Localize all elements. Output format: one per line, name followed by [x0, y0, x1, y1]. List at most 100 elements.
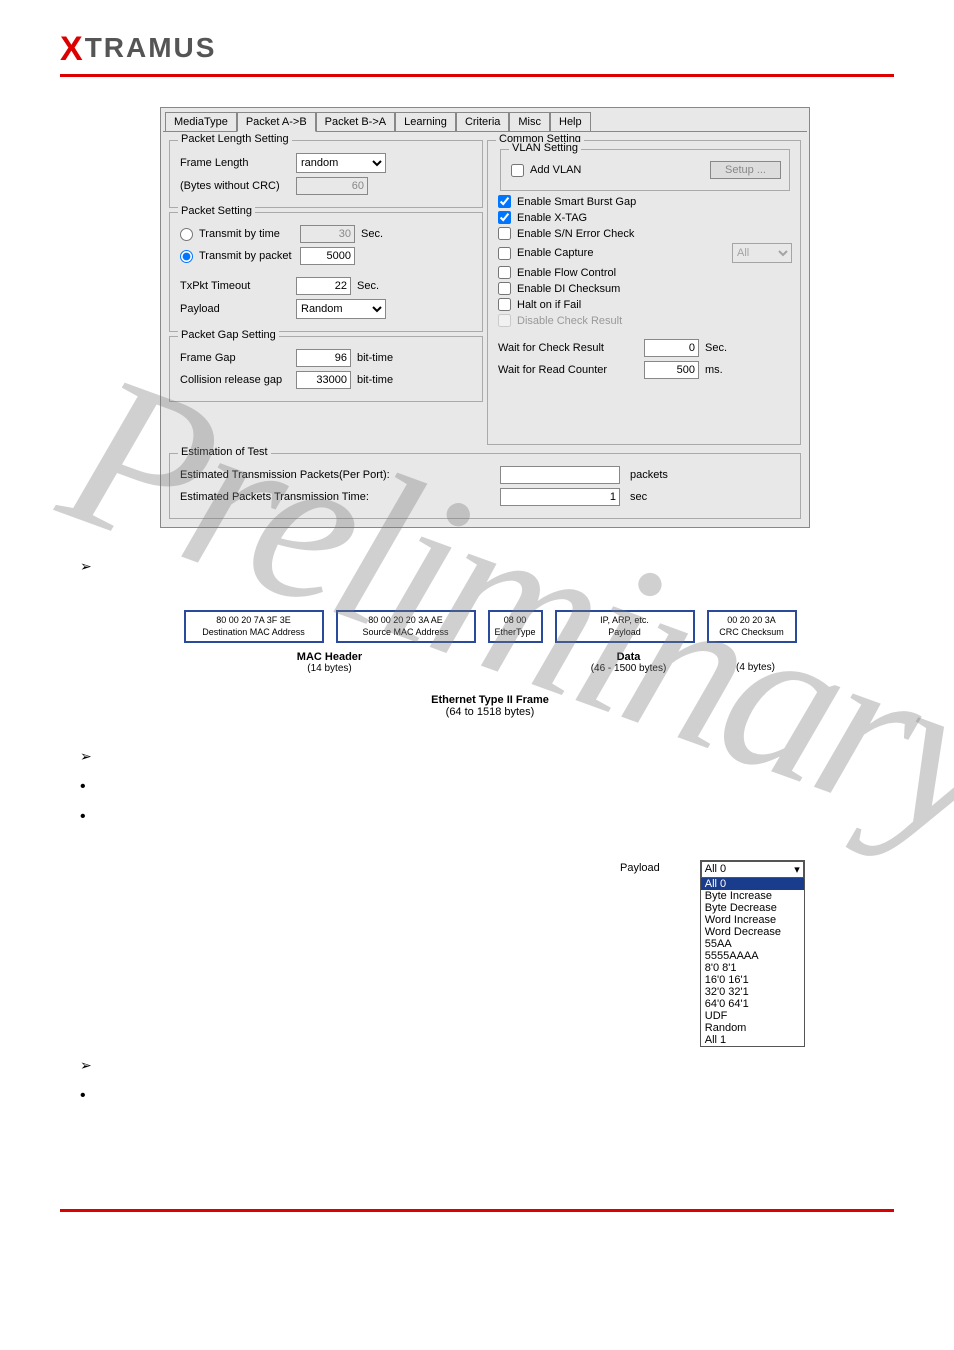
label-capture: Enable Capture — [517, 247, 593, 259]
label-disable-check: Disable Check Result — [517, 315, 622, 327]
bullet-dot-2 — [80, 808, 894, 830]
tab-learning[interactable]: Learning — [395, 112, 456, 131]
footer-rule — [60, 1209, 894, 1212]
tab-misc[interactable]: Misc — [509, 112, 550, 131]
payload-option[interactable]: 32'0 32'1 — [701, 986, 804, 998]
payload-option[interactable]: UDF — [701, 1010, 804, 1022]
frame-dest-mac: 80 00 20 7A 3F 3E Destination MAC Addres… — [184, 610, 324, 643]
label-wait-read: Wait for Read Counter — [498, 364, 638, 376]
payload-option[interactable]: All 1 — [701, 1034, 804, 1046]
legend-packet-gap: Packet Gap Setting — [178, 329, 279, 341]
checkbox-smart-burst[interactable] — [498, 195, 511, 208]
payload-option[interactable]: 5555AAAA — [701, 950, 804, 962]
button-vlan-setup[interactable]: Setup ... — [710, 161, 781, 179]
payload-option[interactable]: All 0 — [701, 878, 804, 890]
payload-option[interactable]: Random — [701, 1022, 804, 1034]
label-wait-check: Wait for Check Result — [498, 342, 638, 354]
group-vlan-setting: VLAN Setting Add VLAN Setup ... — [500, 149, 790, 191]
payload-option[interactable]: 64'0 64'1 — [701, 998, 804, 1010]
input-wait-read[interactable] — [644, 361, 699, 379]
tab-packet-ab[interactable]: Packet A->B — [237, 112, 316, 132]
frame-ethertype: 08 00 EtherType — [488, 610, 543, 643]
payload-option[interactable]: Word Decrease — [701, 926, 804, 938]
legend-packet-length: Packet Length Setting — [178, 133, 292, 145]
input-frame-gap[interactable] — [296, 349, 351, 367]
tab-criteria[interactable]: Criteria — [456, 112, 509, 131]
checkbox-xtag[interactable] — [498, 211, 511, 224]
input-est-time — [500, 488, 620, 506]
payload-option[interactable]: Byte Decrease — [701, 902, 804, 914]
payload-option[interactable]: 8'0 8'1 — [701, 962, 804, 974]
label-frame-gap: Frame Gap — [180, 352, 290, 364]
group-packet-length: Packet Length Setting Frame Length rando… — [169, 140, 483, 208]
payload-listbox[interactable]: All 0 ▾ All 0Byte IncreaseByte DecreaseW… — [700, 860, 805, 1047]
tab-help[interactable]: Help — [550, 112, 591, 131]
unit-txpkt-timeout: Sec. — [357, 280, 379, 292]
label-est-time: Estimated Packets Transmission Time: — [180, 491, 400, 503]
label-txpkt-timeout: TxPkt Timeout — [180, 280, 290, 292]
header-rule — [60, 74, 894, 77]
input-est-tx — [500, 466, 620, 484]
label-est-tx: Estimated Transmission Packets(Per Port)… — [180, 469, 400, 481]
input-bytes-no-crc — [296, 177, 368, 195]
unit-collision-gap: bit-time — [357, 374, 393, 386]
input-transmit-packet[interactable] — [300, 247, 355, 265]
payload-option[interactable]: Byte Increase — [701, 890, 804, 902]
bullet-arrow-3 — [80, 1057, 894, 1079]
bullet-dot-1 — [80, 778, 894, 800]
packet-config-dialog: MediaType Packet A->B Packet B->A Learni… — [160, 107, 810, 528]
select-payload[interactable]: Random — [296, 299, 386, 319]
tab-packet-ba[interactable]: Packet B->A — [316, 112, 395, 131]
logo: XTRAMUS — [60, 20, 894, 74]
unit-est-time: sec — [630, 491, 647, 503]
bullet-dot-3 — [80, 1087, 894, 1109]
frame-src-mac: 80 00 20 20 3A AE Source MAC Address — [336, 610, 476, 643]
unit-wait-check: Sec. — [705, 342, 727, 354]
label-smart-burst: Enable Smart Burst Gap — [517, 196, 636, 208]
checkbox-sn-error[interactable] — [498, 227, 511, 240]
checkbox-flow-control[interactable] — [498, 266, 511, 279]
label-frame-length: Frame Length — [180, 157, 290, 169]
label-payload-dd: Payload — [620, 860, 660, 874]
input-collision-gap[interactable] — [296, 371, 351, 389]
input-txpkt-timeout[interactable] — [296, 277, 351, 295]
payload-dropdown-screenshot: Payload All 0 ▾ All 0Byte IncreaseByte D… — [620, 860, 870, 1047]
label-collision-gap: Collision release gap — [180, 374, 290, 386]
unit-wait-read: ms. — [705, 364, 723, 376]
tab-mediatype[interactable]: MediaType — [165, 112, 237, 131]
bullet-arrow-1 — [80, 558, 894, 580]
bullet-arrow-2 — [80, 748, 894, 770]
label-xtag: Enable X-TAG — [517, 212, 587, 224]
group-packet-gap: Packet Gap Setting Frame Gap bit-time Co… — [169, 336, 483, 402]
label-halt-fail: Halt on if Fail — [517, 299, 581, 311]
radio-transmit-time[interactable] — [180, 228, 193, 241]
frame-label-mac-header: MAC Header(14 bytes) — [180, 651, 480, 674]
payload-option[interactable]: Word Increase — [701, 914, 804, 926]
select-frame-length[interactable]: random — [296, 153, 386, 173]
frame-payload: IP, ARP, etc. Payload — [555, 610, 695, 643]
radio-transmit-packet[interactable] — [180, 250, 193, 263]
unit-est-tx: packets — [630, 469, 668, 481]
frame-crc: 00 20 20 3A CRC Checksum — [707, 610, 797, 643]
frame-label-crc-bytes: (4 bytes) — [711, 651, 801, 674]
label-transmit-packet: Transmit by packet — [199, 250, 294, 262]
payload-option[interactable]: 55AA — [701, 938, 804, 950]
label-transmit-time: Transmit by time — [199, 228, 294, 240]
payload-option[interactable]: 16'0 16'1 — [701, 974, 804, 986]
chevron-down-icon[interactable]: ▾ — [794, 863, 800, 876]
label-flow-control: Enable Flow Control — [517, 267, 616, 279]
input-wait-check[interactable] — [644, 339, 699, 357]
label-add-vlan: Add VLAN — [530, 164, 581, 176]
checkbox-halt-fail[interactable] — [498, 298, 511, 311]
legend-packet-setting: Packet Setting — [178, 205, 255, 217]
frame-label-total: Ethernet Type II Frame(64 to 1518 bytes) — [140, 694, 840, 718]
ethernet-frame-diagram: 80 00 20 7A 3F 3E Destination MAC Addres… — [140, 610, 840, 718]
unit-transmit-time: Sec. — [361, 228, 383, 240]
label-bytes-no-crc: (Bytes without CRC) — [180, 180, 290, 192]
checkbox-di-checksum[interactable] — [498, 282, 511, 295]
legend-vlan: VLAN Setting — [509, 142, 581, 154]
unit-frame-gap: bit-time — [357, 352, 393, 364]
checkbox-capture[interactable] — [498, 247, 511, 260]
checkbox-add-vlan[interactable] — [511, 164, 524, 177]
group-estimation: Estimation of Test Estimated Transmissio… — [169, 453, 801, 519]
